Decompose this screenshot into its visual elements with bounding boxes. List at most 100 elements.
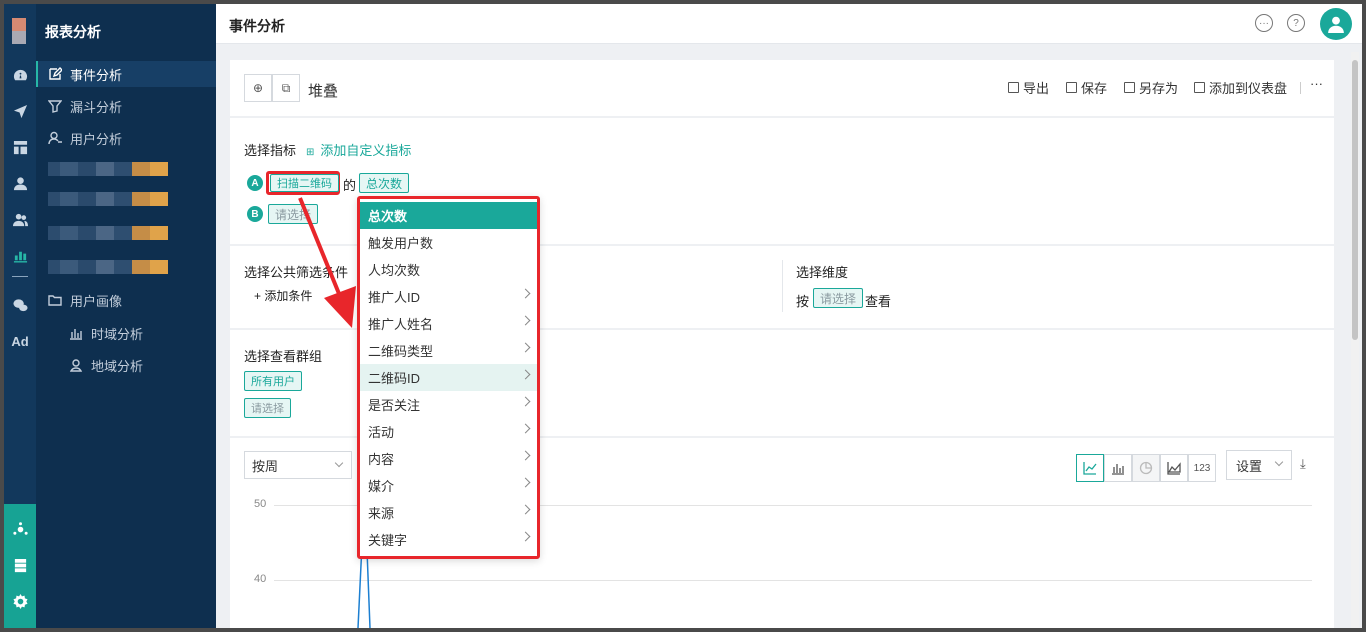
copy-button[interactable]: ⧉	[272, 74, 300, 102]
y-tick-label: 50	[254, 498, 267, 510]
redacted-item	[48, 162, 168, 176]
dropdown-item-total-count[interactable]: 总次数	[360, 202, 537, 229]
avatar[interactable]	[1320, 8, 1352, 40]
toolbar-card: ⊕ ⧉ 堆叠 导出 保存 另存为 添加到仪表盘 ···	[230, 60, 1334, 116]
bar-chart-icon	[69, 326, 83, 340]
redacted-item	[48, 260, 168, 274]
dropdown-item-trigger-users[interactable]: 触发用户数	[360, 229, 537, 256]
area-chart-icon[interactable]	[1160, 454, 1188, 482]
send-icon[interactable]	[9, 100, 31, 122]
message-icon[interactable]: ···	[1255, 14, 1273, 32]
gridline	[274, 580, 1312, 581]
wechat-icon[interactable]	[9, 294, 31, 316]
users-icon[interactable]	[9, 208, 31, 230]
sidebar-item-event-analysis[interactable]: 事件分析	[36, 61, 216, 87]
settings-select[interactable]: 设置	[1226, 450, 1292, 480]
dropdown-item-medium[interactable]: 媒介	[360, 472, 537, 499]
arrow-shaft	[298, 197, 346, 307]
save-as-icon	[1124, 82, 1135, 93]
arrow-head	[324, 286, 356, 328]
sidebar-item-funnel-analysis[interactable]: 漏斗分析	[36, 93, 216, 119]
dimension-select[interactable]: 请选择	[813, 288, 864, 308]
location-icon	[69, 358, 83, 372]
sidebar-item-label: 时域分析	[91, 326, 144, 342]
group-section-label: 选择查看群组	[244, 349, 323, 364]
y-tick-label: 40	[254, 573, 267, 585]
chevron-right-icon	[520, 477, 531, 488]
period-select[interactable]: 按周	[244, 451, 352, 479]
chevron-right-icon	[520, 288, 531, 299]
number-view-button[interactable]: 123	[1188, 454, 1216, 482]
export-icon	[1008, 82, 1019, 93]
sidebar: 报表分析 事件分析 漏斗分析 用户分析 用户画像 时域分析 地域分析	[36, 4, 216, 628]
app-logo	[12, 18, 26, 44]
save-button[interactable]: 保存	[1066, 78, 1107, 97]
more-button[interactable]: ···	[1310, 76, 1323, 91]
dropdown-item-is-following[interactable]: 是否关注	[360, 391, 537, 418]
download-icon[interactable]: ⤓	[1300, 456, 1306, 472]
sidebar-item-user-analysis[interactable]: 用户分析	[36, 125, 216, 151]
event-tag[interactable]: 扫描二维码	[270, 174, 339, 192]
save-as-button[interactable]: 另存为	[1124, 78, 1178, 97]
dropdown-item-keyword[interactable]: 关键字	[360, 526, 537, 553]
dropdown-item-source[interactable]: 来源	[360, 499, 537, 526]
top-bar: 事件分析 ··· ?	[216, 4, 1362, 44]
dropdown-item-campaign[interactable]: 活动	[360, 418, 537, 445]
edit-icon	[48, 67, 62, 81]
scrollbar[interactable]	[1351, 52, 1359, 628]
chevron-down-icon	[334, 458, 344, 468]
gear-icon[interactable]	[9, 590, 31, 612]
dropdown-item-avg-count[interactable]: 人均次数	[360, 256, 537, 283]
page-title: 事件分析	[229, 18, 285, 34]
sidebar-item-time-analysis[interactable]: 时域分析	[36, 320, 216, 346]
view-text: 查看	[865, 294, 892, 309]
redacted-item	[48, 226, 168, 240]
server-icon[interactable]	[9, 554, 31, 576]
ad-icon[interactable]: Ad	[9, 330, 31, 352]
dashboard-icon[interactable]	[9, 64, 31, 86]
add-circle-button[interactable]: ⊕	[244, 74, 272, 102]
group-select[interactable]: 请选择	[244, 398, 291, 418]
network-icon[interactable]	[9, 518, 31, 540]
sidebar-item-user-portrait[interactable]: 用户画像	[36, 287, 216, 313]
dropdown-item-qrcode-id[interactable]: 二维码ID	[360, 364, 537, 391]
chevron-right-icon	[520, 342, 531, 353]
dropdown-item-promoter-name[interactable]: 推广人姓名	[360, 310, 537, 337]
rail-bottom-group	[4, 504, 36, 628]
layout-icon[interactable]	[9, 136, 31, 158]
group-tag-all-users[interactable]: 所有用户	[244, 371, 302, 391]
icon-rail: Ad	[4, 4, 36, 628]
user-outline-icon	[48, 131, 62, 145]
metric-section-label: 选择指标	[244, 143, 297, 158]
dashboard-add-icon	[1194, 82, 1205, 93]
export-button[interactable]: 导出	[1008, 78, 1049, 97]
chevron-right-icon	[520, 504, 531, 515]
dropdown-item-promoter-id[interactable]: 推广人ID	[360, 283, 537, 310]
measure-tag[interactable]: 总次数	[359, 173, 410, 193]
sidebar-item-label: 用户分析	[70, 131, 123, 147]
chevron-down-icon	[1274, 457, 1284, 467]
bar-chart-icon[interactable]	[1104, 454, 1132, 482]
sidebar-item-geo-analysis[interactable]: 地域分析	[36, 352, 216, 378]
pie-chart-icon[interactable]	[1132, 454, 1160, 482]
add-custom-metric-link[interactable]: ⊞ 添加自定义指标	[306, 140, 411, 159]
metric-a-badge: A	[247, 175, 263, 191]
chevron-right-icon	[520, 423, 531, 434]
connector-text: 的	[343, 178, 357, 193]
dimension-section-label: 选择维度	[796, 265, 849, 280]
user-icon[interactable]	[9, 172, 31, 194]
redacted-item	[48, 192, 168, 206]
metric-b-badge: B	[247, 206, 263, 222]
rail-divider	[12, 276, 28, 277]
scrollbar-thumb[interactable]	[1352, 60, 1358, 340]
help-icon[interactable]: ?	[1287, 14, 1305, 32]
dropdown-item-content[interactable]: 内容	[360, 445, 537, 472]
measure-dropdown: 总次数 触发用户数 人均次数 推广人ID 推广人姓名 二维码类型 二维码ID 是…	[357, 196, 540, 559]
dropdown-item-qrcode-type[interactable]: 二维码类型	[360, 337, 537, 364]
line-chart-icon[interactable]	[1076, 454, 1104, 482]
sidebar-item-label: 地域分析	[91, 358, 144, 374]
add-dashboard-button[interactable]: 添加到仪表盘	[1194, 78, 1287, 97]
funnel-icon	[48, 99, 62, 113]
analytics-icon[interactable]	[9, 244, 31, 266]
folder-icon	[48, 293, 62, 307]
